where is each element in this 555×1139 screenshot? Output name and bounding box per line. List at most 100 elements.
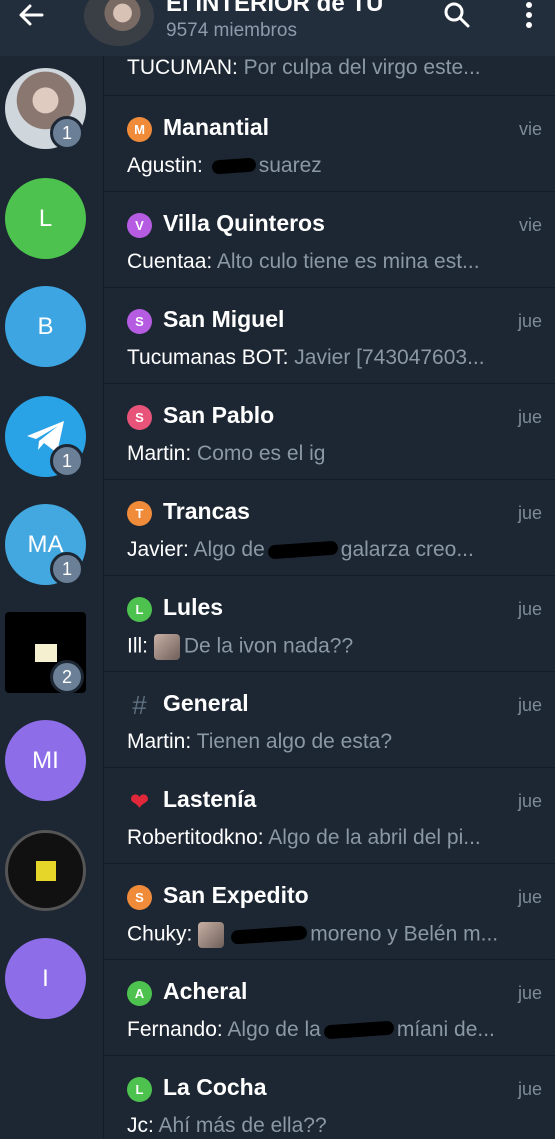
topic-name: Acheral <box>163 978 248 1004</box>
preview-sender: Robertitodkno: <box>127 826 264 849</box>
avatar-initials: B <box>37 312 54 340</box>
topic-row[interactable]: L La Cocha jue Jc: Ahí más de ella?? <box>104 1056 555 1139</box>
topic-icon: L <box>127 597 152 622</box>
more-menu-button[interactable] <box>514 0 544 30</box>
topic-row[interactable]: # General jue Martin: Tienen algo de esta? <box>104 672 555 768</box>
topic-name: Villa Quinteros <box>163 210 325 236</box>
topic-name: Manantial <box>163 114 270 140</box>
unread-badge: 1 <box>50 116 84 150</box>
topic-preview: TUCUMAN: Por culpa del virgo este... <box>127 56 539 80</box>
preview-text: Javier [743047603... <box>294 346 485 369</box>
redaction-scribble <box>323 1021 395 1040</box>
preview-text: moreno y Belén m... <box>310 922 499 946</box>
topic-row[interactable]: V Villa Quinteros vie Cuentaa: Alto culo ti… <box>104 192 555 288</box>
preview-text: Por culpa del virgo este... <box>243 56 481 79</box>
heart-icon: ❤ <box>130 788 149 814</box>
hashtag-icon: # <box>132 690 147 720</box>
chat-avatar[interactable]: MI <box>5 720 86 801</box>
preview-sender: Agustin: <box>127 154 203 177</box>
preview-sender: Tucumanas BOT: <box>127 346 289 369</box>
group-avatar[interactable] <box>84 0 154 46</box>
avatar-initials: L <box>38 204 53 232</box>
preview-text: Tienen algo de esta? <box>196 730 393 753</box>
topic-time: jue <box>517 791 542 811</box>
topic-row[interactable]: TUCUMAN: Por culpa del virgo este... <box>104 56 555 96</box>
avatar-initials: I <box>42 964 49 992</box>
preview-text: Algo de <box>193 538 265 561</box>
preview-text: Algo de la abril del pi... <box>268 826 481 849</box>
topic-name: San Expedito <box>163 882 309 908</box>
unread-badge: 1 <box>50 552 84 586</box>
topic-time: jue <box>517 599 542 619</box>
topic-preview: Martin: Tienen algo de esta? <box>127 730 539 754</box>
preview-sender: Martin: <box>127 730 192 753</box>
preview-text: De la ivon nada?? <box>183 634 354 658</box>
preview-text: Algo de la <box>227 1018 321 1041</box>
topic-name: Trancas <box>163 498 250 524</box>
preview-sender: Martin: <box>127 442 192 465</box>
search-icon <box>444 2 470 28</box>
preview-sender: Ill: <box>127 634 148 658</box>
search-button[interactable] <box>440 0 474 30</box>
media-thumbnail <box>198 922 225 948</box>
chat-avatar[interactable]: B <box>5 286 86 367</box>
topic-name: Lules <box>163 594 224 620</box>
topic-name: San Miguel <box>163 306 285 332</box>
topic-name: Lastenía <box>163 786 257 812</box>
unread-badge: 1 <box>50 444 84 478</box>
topic-preview: Martin: Como es el ig <box>127 442 539 466</box>
topic-icon: S <box>127 405 152 430</box>
preview-sender: Chuky: <box>127 922 193 946</box>
topic-row[interactable]: L Lules jue Ill: De la ivon nada?? <box>104 576 555 672</box>
chat-avatar[interactable]: L <box>5 178 86 259</box>
topic-row[interactable]: ❤ Lastenía jue Robertitodkno: Algo de la ab… <box>104 768 555 864</box>
topic-row[interactable]: M Manantial vie Agustin: suarez <box>104 96 555 192</box>
preview-sender: TUCUMAN: <box>127 56 238 79</box>
topic-preview: Ill: De la ivon nada?? <box>127 634 539 660</box>
topic-icon: L <box>127 1077 152 1102</box>
topic-preview: Javier: Algo de galarza creo... <box>127 538 539 562</box>
topic-icon: S <box>127 309 152 334</box>
topic-preview: Fernando: Algo de la míani de... <box>127 1018 539 1042</box>
topic-time: jue <box>517 503 542 523</box>
topic-time: jue <box>517 311 542 331</box>
unread-badge: 2 <box>50 660 84 694</box>
topic-preview: Chuky: moreno y Belén m... <box>127 922 539 948</box>
preview-text: suarez <box>258 154 322 177</box>
redacted-block <box>34 643 57 662</box>
topic-row[interactable]: S San Pablo jue Martin: Como es el ig <box>104 384 555 480</box>
topic-time: jue <box>517 407 542 427</box>
topic-preview: Jc: Ahí más de ella?? <box>127 1114 539 1138</box>
topic-time: vie <box>518 119 542 139</box>
topic-icon: M <box>127 117 152 142</box>
topic-time: jue <box>517 887 542 907</box>
topic-name: General <box>163 690 249 716</box>
topic-row[interactable]: T Trancas jue Javier: Algo de galarza creo..… <box>104 480 555 576</box>
preview-text: míani de... <box>396 1018 495 1041</box>
member-count: 9574 miembros <box>166 20 297 41</box>
topic-name: San Pablo <box>163 402 275 428</box>
topic-preview: Tucumanas BOT: Javier [743047603... <box>127 346 539 370</box>
topic-preview: Cuentaa: Alto culo tiene es mina est... <box>127 250 539 274</box>
topic-row[interactable]: A Acheral jue Fernando: Algo de la míani de.… <box>104 960 555 1056</box>
topic-icon: A <box>127 981 152 1006</box>
chat-avatar-rail: 1 L B 1 MA 1 2 MI I <box>0 56 104 1139</box>
topic-list: TUCUMAN: Por culpa del virgo este... M Ma… <box>104 56 555 1139</box>
preview-sender: Cuentaa: <box>127 250 213 273</box>
group-title[interactable]: El INTERIOR de TU <box>166 0 383 18</box>
redacted-block <box>35 860 56 881</box>
topic-preview: Agustin: suarez <box>127 154 539 178</box>
topic-icon: V <box>127 213 152 238</box>
redaction-scribble <box>211 157 257 175</box>
preview-text: Alto culo tiene es mina est... <box>216 250 480 273</box>
preview-text: Ahí más de ella?? <box>158 1114 327 1137</box>
redaction-scribble <box>267 541 339 560</box>
more-vert-icon <box>526 2 532 28</box>
chat-avatar[interactable]: I <box>5 938 86 1019</box>
topic-row[interactable]: S San Expedito jue Chuky: moreno y Belén m.… <box>104 864 555 960</box>
back-button[interactable] <box>14 0 48 30</box>
topic-time: jue <box>517 983 542 1003</box>
topic-row[interactable]: S San Miguel jue Tucumanas BOT: Javier [743… <box>104 288 555 384</box>
media-thumbnail <box>153 634 180 660</box>
chat-avatar[interactable] <box>5 830 86 911</box>
